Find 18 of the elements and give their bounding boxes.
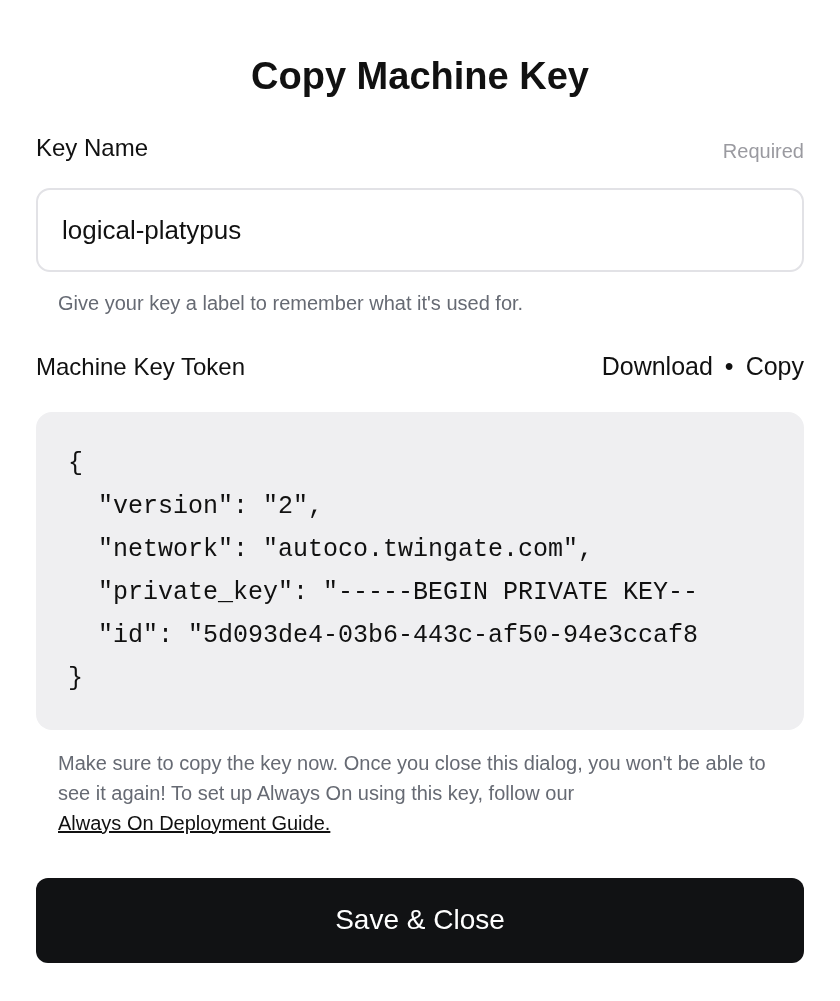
code-line: "id": "5d093de4-03b6-443c-af50-94e3ccaf8 [97,619,699,652]
help-text: Give your key a label to remember what it's used for. [58,291,525,316]
code-line: } [68,662,83,695]
code-line: { [68,447,83,480]
code-line: "network": "autoco.twingate.com", [97,533,594,566]
warning-text: Make sure to copy the key now. Once you close this dialog, you won't be able to see it again! To set up Always On using this key, follow our Always On Deployment Guide. [58,750,767,836]
required-hint: Required [722,139,804,164]
field-label: Key Name [36,133,149,163]
token-action-link[interactable]: Download [601,348,713,386]
key-name-field[interactable]: logical-platypus [36,188,804,272]
dialog-title: Copy Machine Key [250,54,590,99]
token-action-link[interactable]: Copy [745,348,804,386]
code-line: "version": "2", [97,490,324,523]
guide-link[interactable]: Always On Deployment Guide. [58,811,331,834]
field-label: Machine Key Token [36,351,245,382]
separator-dot: • [724,351,734,382]
save-close-button[interactable]: Save & Close [36,877,804,963]
code-line: "private_key": "-----BEGIN PRIVATE KEY-- [97,576,699,609]
